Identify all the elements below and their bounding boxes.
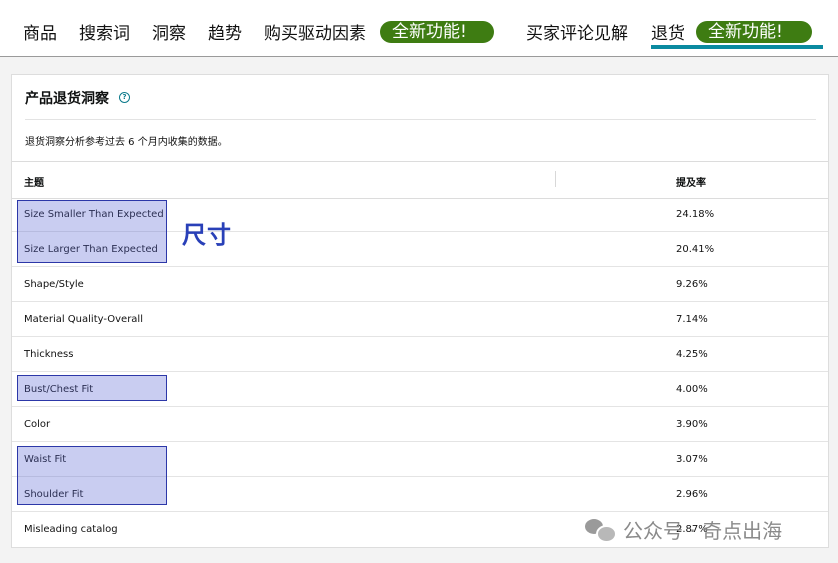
row-topic: Misleading catalog bbox=[24, 524, 118, 535]
tab-search-terms[interactable]: 搜索词 bbox=[79, 19, 130, 44]
table-row: Material Quality-Overall 7.14% bbox=[12, 302, 828, 337]
size-annotation: 尺寸 bbox=[182, 221, 232, 249]
row-rate: 7.14% bbox=[676, 314, 708, 325]
fit-highlight-box bbox=[17, 446, 167, 505]
tab-trends[interactable]: 趋势 bbox=[208, 19, 242, 44]
tab-review-insights[interactable]: 买家评论见解 bbox=[526, 19, 628, 44]
row-topic: Color bbox=[24, 419, 51, 430]
fit-highlight-box bbox=[17, 375, 167, 401]
wechat-icon bbox=[585, 517, 617, 543]
column-header-topic[interactable]: 主题 bbox=[24, 174, 44, 189]
watermark-text: 公众号 · 奇点出海 bbox=[623, 518, 783, 543]
card-subtitle: 退货洞察分析参考过去 6 个月内收集的数据。 bbox=[25, 137, 228, 148]
row-topic: Material Quality-Overall bbox=[24, 314, 143, 325]
row-rate: 2.96% bbox=[676, 489, 708, 500]
help-icon[interactable]: ? bbox=[119, 92, 130, 103]
row-topic: Shape/Style bbox=[24, 279, 84, 290]
new-feature-badge: 全新功能! bbox=[380, 21, 494, 43]
divider bbox=[25, 119, 816, 120]
row-rate: 24.18% bbox=[676, 209, 715, 220]
new-feature-badge: 全新功能! bbox=[696, 21, 812, 43]
row-rate: 9.26% bbox=[676, 279, 708, 290]
top-nav: 商品 搜索词 洞察 趋势 购买驱动因素 全新功能! 买家评论见解 退货 全新功能… bbox=[0, 0, 838, 57]
card-title: 产品退货洞察 bbox=[25, 91, 109, 107]
tab-purchase-drivers[interactable]: 购买驱动因素 bbox=[264, 19, 366, 44]
column-divider bbox=[555, 171, 556, 187]
size-highlight-box bbox=[17, 200, 167, 263]
tab-products[interactable]: 商品 bbox=[23, 19, 57, 44]
row-rate: 4.25% bbox=[676, 349, 708, 360]
row-rate: 3.90% bbox=[676, 419, 708, 430]
row-rate: 4.00% bbox=[676, 384, 708, 395]
column-header-rate[interactable]: 提及率 bbox=[676, 174, 706, 189]
row-topic: Thickness bbox=[24, 349, 74, 360]
table-row: Shape/Style 9.26% bbox=[12, 267, 828, 302]
row-rate: 20.41% bbox=[676, 244, 715, 255]
table-row: Thickness 4.25% bbox=[12, 337, 828, 372]
watermark: 公众号 · 奇点出海 bbox=[585, 514, 782, 544]
tab-returns[interactable]: 退货 bbox=[651, 19, 685, 44]
table-row: Color 3.90% bbox=[12, 407, 828, 442]
tab-insights[interactable]: 洞察 bbox=[152, 19, 186, 44]
row-rate: 3.07% bbox=[676, 454, 708, 465]
active-tab-underline bbox=[651, 45, 823, 49]
table-header: 主题 提及率 bbox=[12, 161, 828, 199]
